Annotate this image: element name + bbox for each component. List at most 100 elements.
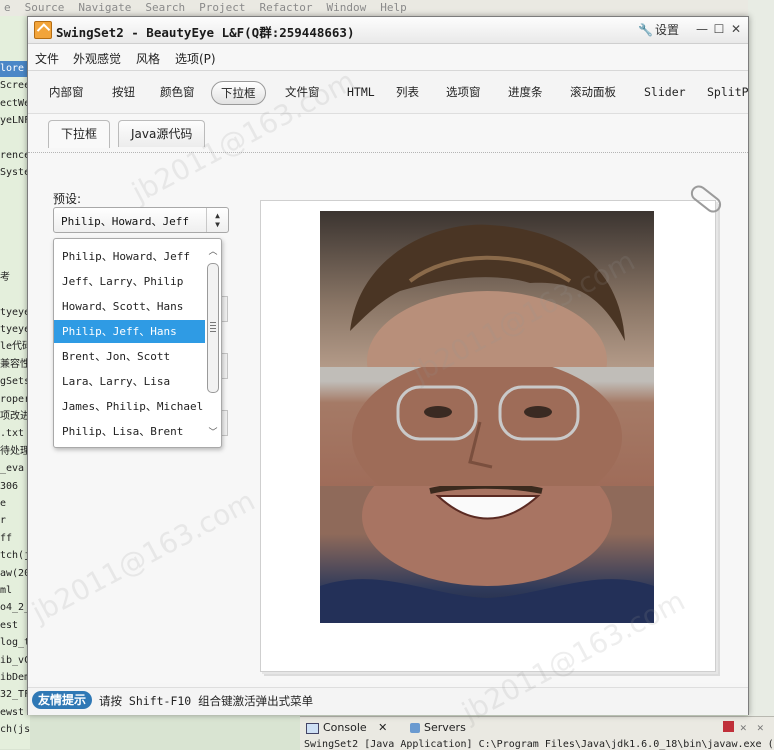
preset-label: 预设:	[53, 192, 82, 206]
menu-look-and-feel[interactable]: 外观感觉	[73, 50, 121, 67]
package-explorer-item[interactable]: log_t	[0, 635, 30, 651]
package-explorer-item[interactable]	[0, 287, 30, 303]
tab-file-chooser[interactable]: 文件窗	[276, 81, 329, 103]
package-explorer-item[interactable]: 306	[0, 479, 30, 495]
ide-menu-item[interactable]: Window	[326, 1, 366, 14]
preset-combobox[interactable]: Philip、Howard、Jeff ▲ ▼	[53, 207, 229, 233]
demo-tab-bar: 内部窗 按钮 颜色窗 下拉框 文件窗 HTML 列表 选项窗 进度条 滚动面板 …	[28, 71, 748, 114]
servers-tab-label: Servers	[424, 721, 466, 734]
package-explorer-item[interactable]	[0, 183, 30, 199]
package-explorer-item[interactable]: rence	[0, 148, 30, 164]
package-explorer-item[interactable]: ff	[0, 531, 30, 547]
preset-combobox-value: Philip、Howard、Jeff	[61, 215, 189, 228]
ide-menu-item[interactable]: e	[4, 1, 11, 14]
package-explorer-item[interactable]: 待处理	[0, 444, 30, 460]
package-explorer-item[interactable]: roper	[0, 392, 30, 408]
package-explorer-item[interactable]	[0, 235, 30, 251]
tab-html[interactable]: HTML	[338, 81, 384, 103]
package-explorer-item[interactable]: ewst	[0, 705, 30, 721]
servers-tab[interactable]: Servers	[410, 719, 466, 737]
remove-launch-icon[interactable]: ✕	[740, 721, 751, 734]
preset-option[interactable]: Lara、Larry、Lisa	[54, 370, 205, 393]
scrollbar-thumb[interactable]	[207, 263, 219, 393]
package-explorer-item[interactable]: .txt	[0, 426, 30, 442]
tab-combobox[interactable]: 下拉框	[211, 81, 266, 105]
menu-theme[interactable]: 风格	[136, 50, 160, 67]
package-explorer-item[interactable]: 兼容性	[0, 357, 30, 373]
package-explorer-item[interactable]: Syste	[0, 165, 30, 181]
preset-option[interactable]: Jeff、Larry、Philip	[54, 270, 205, 293]
subtab-combobox[interactable]: 下拉框	[48, 120, 111, 148]
console-icon	[306, 722, 319, 734]
chevron-down-icon[interactable]: ﹀	[207, 427, 219, 439]
remove-all-icon[interactable]: ✕	[757, 721, 768, 734]
ide-menu-item[interactable]: Source	[25, 1, 65, 14]
package-explorer-item[interactable]: tyeye	[0, 305, 30, 321]
chevron-up-icon[interactable]: ︿	[207, 246, 219, 258]
package-explorer-item[interactable]: ectWe	[0, 96, 30, 112]
face-preview-frame	[260, 182, 725, 672]
package-explorer-item[interactable]: _eva	[0, 461, 30, 477]
titlebar[interactable]: SwingSet2 - BeautyEye L&F(Q群:259448663) …	[28, 17, 748, 44]
hidden-combobox-edge	[221, 353, 228, 379]
package-explorer-item[interactable]: gSets	[0, 374, 30, 390]
maximize-button[interactable]: ☐	[713, 22, 725, 36]
close-icon[interactable]: ✕	[378, 721, 387, 734]
package-explorer-item[interactable]: ib_vC	[0, 653, 30, 669]
package-explorer-item[interactable]: tyeye	[0, 322, 30, 338]
updown-arrow-icon[interactable]: ▲ ▼	[206, 208, 228, 232]
package-explorer-item[interactable]: lore	[0, 61, 30, 77]
package-explorer-item[interactable]: r	[0, 513, 30, 529]
ide-menu-item[interactable]: Navigate	[78, 1, 131, 14]
menu-options[interactable]: 选项(P)	[175, 50, 216, 67]
package-explorer-item[interactable]: ibDem	[0, 670, 30, 686]
ide-menu-item[interactable]: Project	[199, 1, 245, 14]
terminate-icon[interactable]	[723, 721, 734, 732]
package-explorer-item[interactable]: ml	[0, 583, 30, 599]
minimize-button[interactable]: —	[696, 22, 708, 36]
tab-scroll-pane[interactable]: 滚动面板	[561, 81, 625, 103]
tab-split-pane[interactable]: SplitPa	[698, 81, 748, 103]
settings-button[interactable]: 🔧 设置	[638, 21, 679, 39]
package-explorer-item[interactable]: aw(20	[0, 566, 30, 582]
package-explorer-item[interactable]: tch(j	[0, 548, 30, 564]
tab-progress-bar[interactable]: 进度条	[499, 81, 552, 103]
package-explorer-item[interactable]	[0, 218, 30, 234]
package-explorer-item[interactable]: ch(js)	[0, 722, 30, 738]
package-explorer-item[interactable]: Scree	[0, 78, 30, 94]
hint-badge: 友情提示	[32, 691, 93, 709]
tab-color-chooser[interactable]: 颜色窗	[151, 81, 204, 103]
preset-option[interactable]: Philip、Lisa、Brent	[54, 420, 205, 443]
package-explorer-item[interactable]: o4_2_	[0, 600, 30, 616]
console-tab[interactable]: Console ✕	[306, 719, 387, 737]
package-explorer-item[interactable]: 项改进	[0, 409, 30, 425]
preset-option[interactable]: Brent、Jon、Scott	[54, 345, 205, 368]
tab-internal-frame[interactable]: 内部窗	[40, 81, 93, 103]
package-explorer-item[interactable]: est	[0, 618, 30, 634]
package-explorer-item[interactable]: yeLNF	[0, 113, 30, 129]
close-button[interactable]: ✕	[730, 22, 742, 36]
servers-icon	[410, 723, 420, 733]
preset-option[interactable]: James、Philip、Michael	[54, 395, 205, 418]
subtab-java-source[interactable]: Java源代码	[118, 120, 206, 147]
preset-option[interactable]: Howard、Scott、Hans	[54, 295, 205, 318]
preset-option[interactable]: Philip、Howard、Jeff	[54, 245, 205, 268]
ide-menu-item[interactable]: Help	[380, 1, 407, 14]
package-explorer-item[interactable]	[0, 200, 30, 216]
package-explorer-item[interactable]: e	[0, 496, 30, 512]
ide-menu-item[interactable]: Search	[145, 1, 185, 14]
package-explorer-item[interactable]	[0, 252, 30, 268]
package-explorer-item[interactable]: 考	[0, 270, 30, 286]
face-eyes-part	[320, 367, 654, 486]
tab-slider[interactable]: Slider	[635, 81, 695, 103]
package-explorer-item[interactable]: le代码	[0, 339, 30, 355]
package-explorer-item[interactable]: 32_TF	[0, 687, 30, 703]
menu-file[interactable]: 文件	[35, 50, 59, 67]
package-explorer-item[interactable]	[0, 131, 30, 147]
tab-option-pane[interactable]: 选项窗	[437, 81, 490, 103]
ide-menu-item[interactable]: Refactor	[259, 1, 312, 14]
preset-option[interactable]: Philip、Jeff、Hans	[54, 320, 205, 343]
ide-bottom-panel: Console ✕ Servers ✕ ✕ SwingSet2 [Java Ap…	[300, 716, 774, 750]
tab-buttons[interactable]: 按钮	[103, 81, 144, 103]
tab-list[interactable]: 列表	[387, 81, 428, 103]
